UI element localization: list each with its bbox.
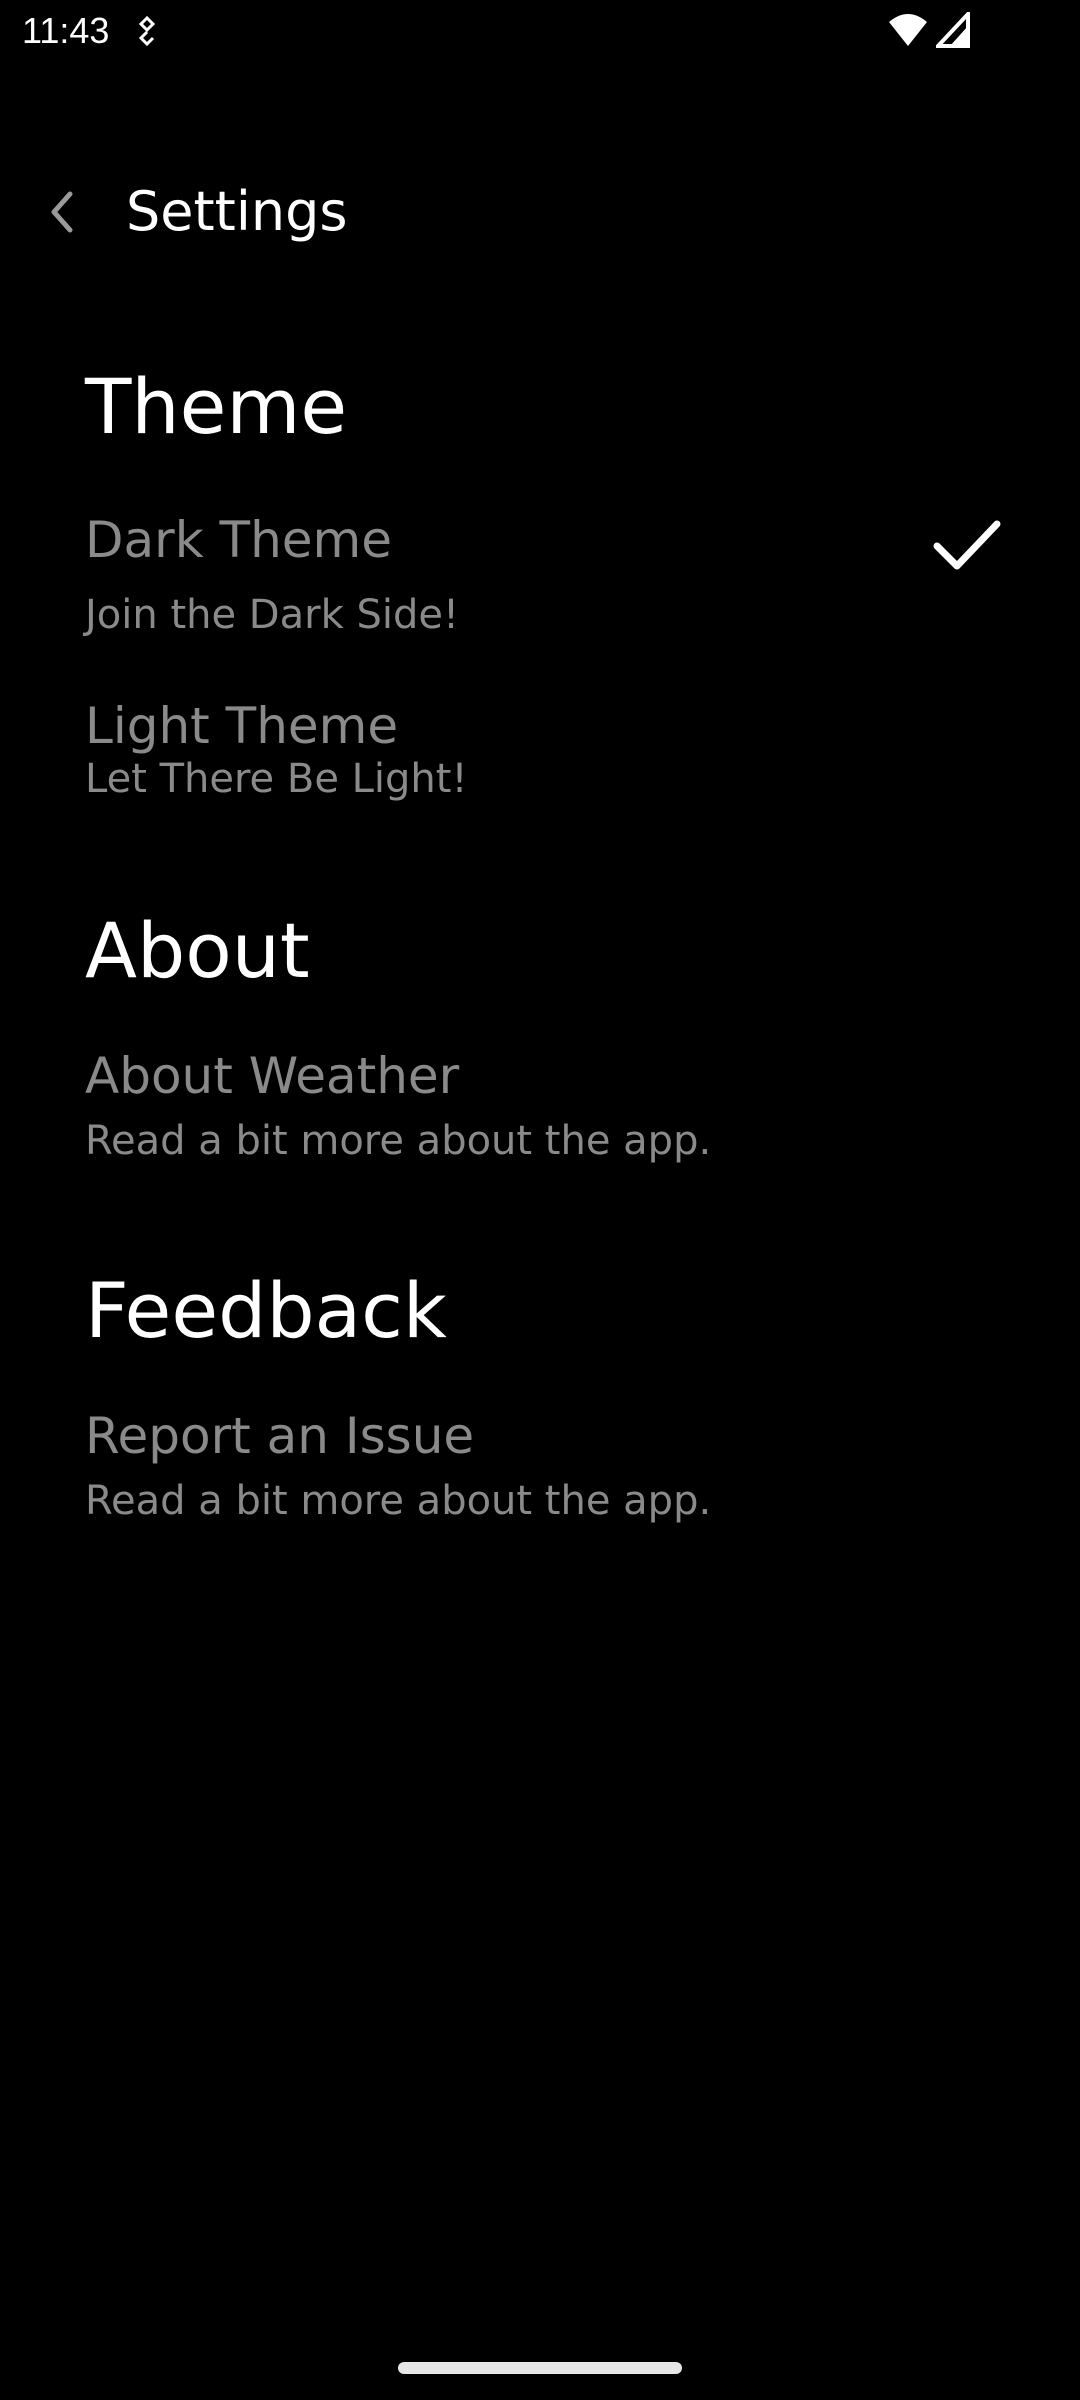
setting-subtitle: Read a bit more about the app. — [85, 1118, 712, 1164]
sync-icon — [138, 15, 156, 47]
setting-title: Light Theme — [85, 697, 399, 755]
setting-title: Report an Issue — [85, 1407, 475, 1465]
setting-title: About Weather — [85, 1047, 460, 1105]
chevron-left-icon — [51, 191, 73, 233]
page-title: Settings — [126, 180, 348, 243]
home-indicator[interactable] — [398, 2362, 682, 2374]
setting-subtitle: Let There Be Light! — [85, 756, 468, 802]
section-heading-feedback: Feedback — [85, 1266, 447, 1355]
signal-icon — [936, 12, 970, 48]
setting-item-light-theme[interactable]: Light Theme Let There Be Light! — [85, 696, 1005, 804]
back-button[interactable] — [30, 180, 94, 244]
setting-item-report-issue[interactable]: Report an Issue Read a bit more about th… — [85, 1406, 1005, 1526]
setting-subtitle: Read a bit more about the app. — [85, 1478, 712, 1524]
wifi-icon — [889, 14, 927, 46]
setting-item-dark-theme[interactable]: Dark Theme Join the Dark Side! — [85, 510, 1005, 640]
app-header: Settings — [0, 160, 1080, 264]
setting-item-about-weather[interactable]: About Weather Read a bit more about the … — [85, 1046, 1005, 1166]
section-heading-about: About — [85, 906, 310, 995]
setting-title: Dark Theme — [85, 511, 393, 569]
status-time: 11:43 — [22, 10, 110, 51]
status-bar: 11:43 — [0, 0, 1080, 62]
section-heading-theme: Theme — [85, 362, 348, 451]
setting-subtitle: Join the Dark Side! — [85, 592, 459, 638]
check-icon — [933, 520, 1001, 570]
